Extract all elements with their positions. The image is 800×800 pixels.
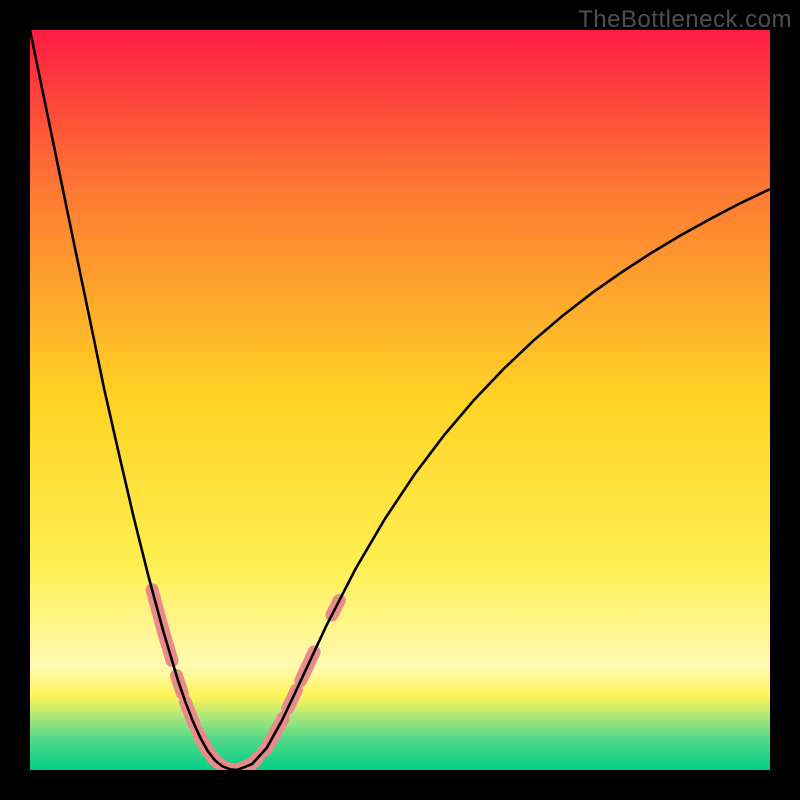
bottleneck-curve bbox=[30, 30, 770, 770]
chart-frame: TheBottleneck.com bbox=[0, 0, 800, 800]
plot-area bbox=[30, 30, 770, 770]
watermark-text: TheBottleneck.com bbox=[578, 6, 792, 34]
